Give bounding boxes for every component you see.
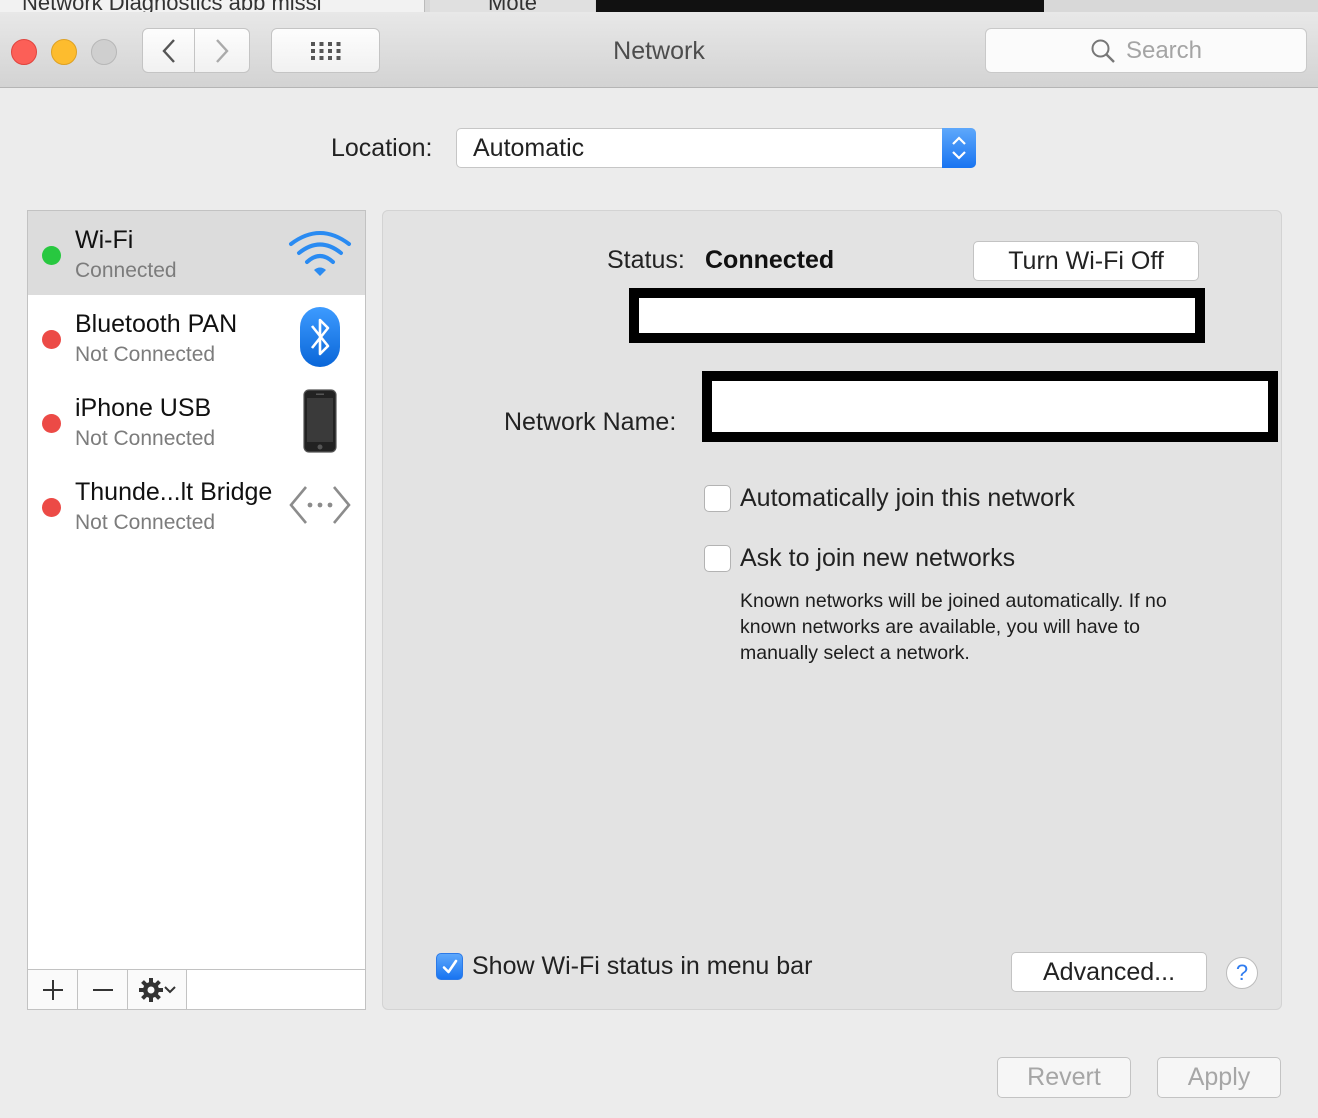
browser-tab[interactable]: Mote	[430, 0, 595, 12]
wifi-icon	[285, 221, 355, 285]
help-button[interactable]: ?	[1226, 957, 1258, 989]
service-item-thunderbolt-bridge[interactable]: Thunde...lt Bridge Not Connected	[28, 463, 365, 547]
add-service-button[interactable]	[28, 970, 78, 1009]
status-value: Connected	[705, 246, 835, 274]
service-name: iPhone USB	[75, 394, 212, 422]
revert-button[interactable]: Revert	[997, 1057, 1131, 1098]
checkmark-icon	[442, 959, 457, 973]
search-icon	[1091, 39, 1115, 63]
service-status: Connected	[75, 259, 177, 282]
location-stepper[interactable]	[942, 128, 976, 168]
status-dot	[42, 246, 61, 265]
plus-icon	[42, 979, 63, 1000]
iphone-icon	[285, 389, 355, 453]
ask-join-checkbox[interactable]	[704, 545, 731, 572]
ask-join-help-text: Known networks will be joined automatica…	[740, 590, 1167, 664]
service-item-iphone-usb[interactable]: iPhone USB Not Connected	[28, 379, 365, 463]
show-wifi-status-checkbox[interactable]	[436, 953, 463, 980]
browser-tab[interactable]: Network Diagnostics abb missi	[0, 0, 425, 12]
auto-join-checkbox[interactable]	[704, 485, 731, 512]
service-name: Wi-Fi	[75, 226, 134, 254]
apply-button[interactable]: Apply	[1157, 1057, 1281, 1098]
service-name: Bluetooth PAN	[75, 310, 238, 338]
location-value: Automatic	[473, 134, 585, 162]
background-browser-strip: Network Diagnostics abb missi Mote	[0, 0, 1318, 12]
network-name-label: Network Name:	[504, 408, 677, 436]
show-wifi-status-label[interactable]: Show Wi-Fi status in menu bar	[472, 952, 812, 981]
gear-icon	[139, 977, 163, 1002]
minus-icon	[92, 988, 113, 991]
location-label: Location:	[331, 134, 433, 162]
window-toolbar: Network Search	[0, 12, 1318, 88]
auto-join-label[interactable]: Automatically join this network	[740, 484, 1075, 513]
status-dot	[42, 498, 61, 517]
service-list: Wi-Fi Connected Bluetooth PAN Not Connec…	[27, 210, 366, 970]
status-label: Status:	[607, 246, 685, 274]
turn-wifi-off-button[interactable]: Turn Wi-Fi Off	[973, 241, 1199, 281]
advanced-button[interactable]: Advanced...	[1011, 952, 1207, 992]
background-window	[596, 0, 1044, 12]
chevron-down-icon	[164, 985, 176, 993]
action-menu-button[interactable]	[128, 970, 187, 1009]
up-down-chevron-icon	[952, 136, 966, 160]
service-name: Thunde...lt Bridge	[75, 478, 273, 506]
redacted-status-detail	[629, 288, 1205, 343]
service-item-wifi[interactable]: Wi-Fi Connected	[28, 211, 365, 295]
service-item-bluetooth-pan[interactable]: Bluetooth PAN Not Connected	[28, 295, 365, 379]
thunderbolt-bridge-icon	[285, 473, 355, 537]
search-field[interactable]: Search	[985, 28, 1307, 73]
service-status: Not Connected	[75, 427, 216, 450]
redacted-network-name-select[interactable]	[702, 371, 1278, 442]
bluetooth-icon	[285, 305, 355, 369]
location-select[interactable]: Automatic	[456, 128, 976, 168]
remove-service-button[interactable]	[78, 970, 128, 1009]
status-dot	[42, 414, 61, 433]
service-list-toolbar	[27, 969, 366, 1010]
search-placeholder: Search	[1125, 36, 1203, 64]
service-status: Not Connected	[75, 343, 216, 366]
ask-join-label[interactable]: Ask to join new networks	[740, 544, 1015, 573]
service-status: Not Connected	[75, 511, 216, 534]
status-dot	[42, 330, 61, 349]
